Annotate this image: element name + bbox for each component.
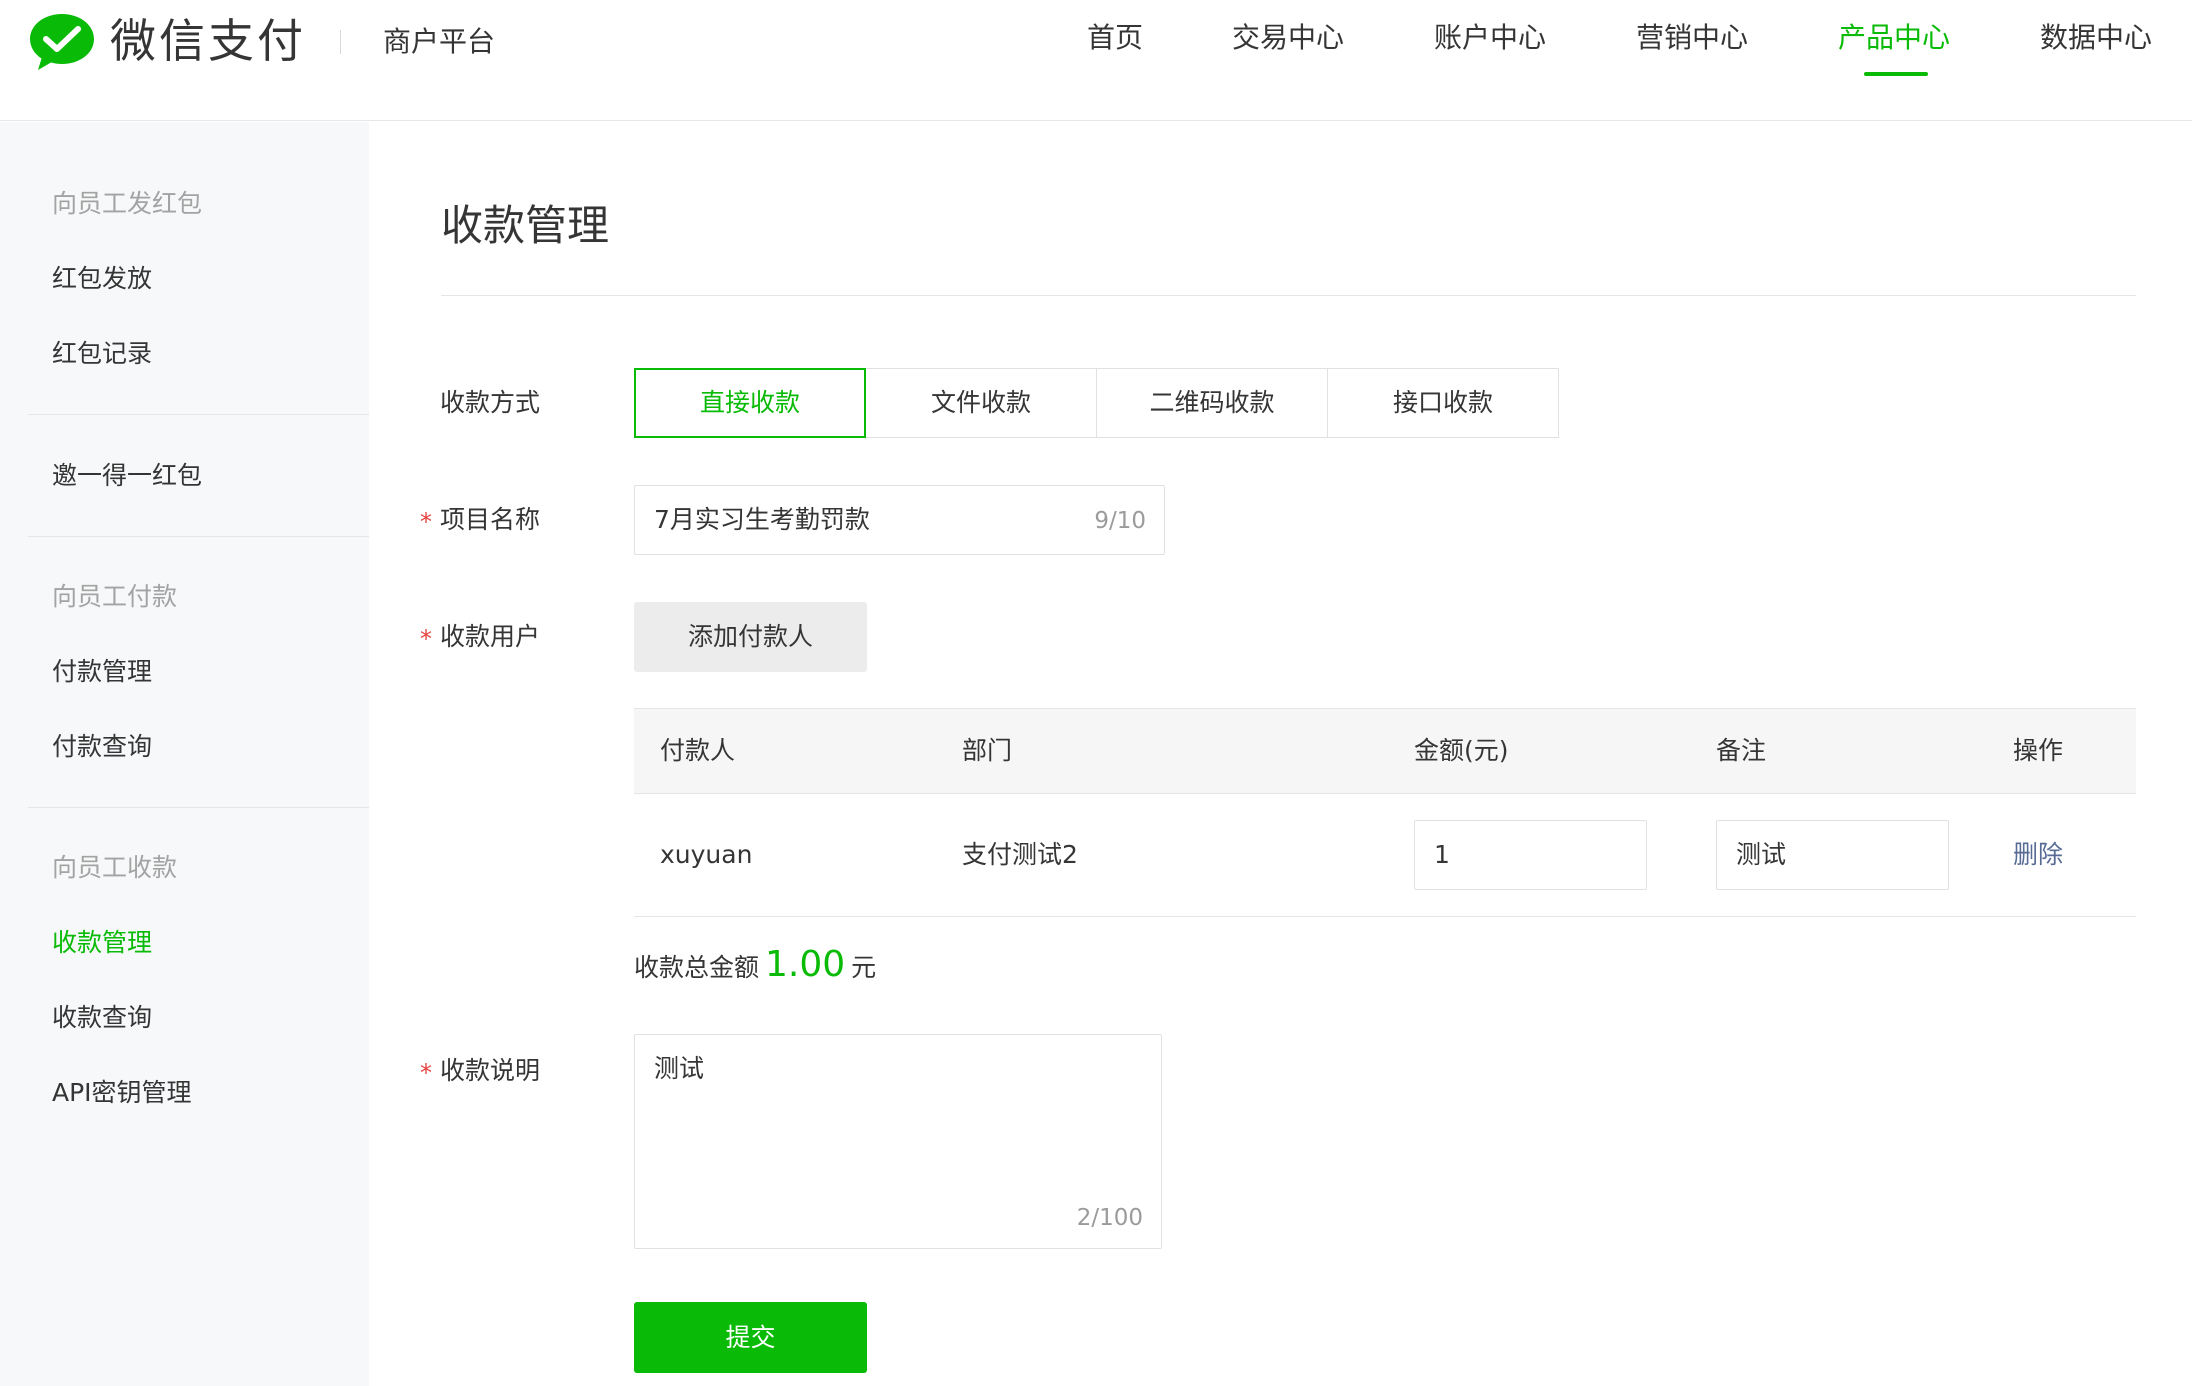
required-mark: * xyxy=(420,1059,432,1087)
required-mark: * xyxy=(420,625,432,653)
platform-name: 商户平台 xyxy=(383,25,496,58)
required-mark: * xyxy=(420,508,432,536)
payer-table-header: 付款人 部门 金额(元) 备注 操作 xyxy=(634,708,2136,794)
column-header-payer: 付款人 xyxy=(660,736,736,765)
sidebar-item-collection-management[interactable]: 收款管理 xyxy=(52,925,152,961)
total-amount-label: 收款总金额 xyxy=(634,953,760,982)
nav-data-center[interactable]: 数据中心 xyxy=(2040,18,2152,58)
nav-product-center[interactable]: 产品中心 xyxy=(1838,18,1950,58)
column-header-action: 操作 xyxy=(2013,736,2064,765)
total-amount-value: 1.00 xyxy=(765,944,846,985)
nav-trade-center[interactable]: 交易中心 xyxy=(1232,18,1344,58)
add-payer-button[interactable]: 添加付款人 xyxy=(634,602,867,672)
nav-marketing-center[interactable]: 营销中心 xyxy=(1636,18,1748,58)
sidebar-item-payment-management[interactable]: 付款管理 xyxy=(52,654,152,690)
collection-description-textarea[interactable]: 测试 2/100 xyxy=(634,1034,1162,1249)
tab-api-collection[interactable]: 接口收款 xyxy=(1327,368,1559,438)
note-value: 测试 xyxy=(1736,840,1787,869)
sidebar-group-title: 向员工收款 xyxy=(52,853,178,882)
project-name-char-count: 9/10 xyxy=(1094,508,1146,534)
collection-description-value: 测试 xyxy=(654,1054,705,1083)
collection-method-label: 收款方式 xyxy=(440,388,541,417)
sidebar-item-collection-query[interactable]: 收款查询 xyxy=(52,1000,152,1036)
top-header: 微信支付 商户平台 首页 交易中心 账户中心 营销中心 产品中心 数据中心 xyxy=(0,0,2192,121)
sidebar: 向员工发红包 红包发放 红包记录 邀一得一红包 向员工付款 付款管理 付款查询 … xyxy=(0,122,369,1386)
delete-link[interactable]: 删除 xyxy=(2013,837,2063,873)
collection-description-label: 收款说明 xyxy=(440,1056,541,1085)
title-divider xyxy=(441,295,2136,296)
sidebar-group-title: 向员工发红包 xyxy=(52,189,203,218)
amount-value: 1 xyxy=(1434,840,1450,869)
project-name-value: 7月实习生考勤罚款 xyxy=(654,505,870,534)
column-header-department: 部门 xyxy=(962,736,1013,765)
total-amount-unit: 元 xyxy=(851,953,877,982)
collection-description-char-count: 2/100 xyxy=(1076,1205,1143,1231)
sidebar-divider xyxy=(28,414,369,415)
project-name-label: 项目名称 xyxy=(440,505,541,534)
sidebar-item-payment-query[interactable]: 付款查询 xyxy=(52,729,152,765)
brand-name: 微信支付 xyxy=(110,14,306,68)
sidebar-item-hongbao-send[interactable]: 红包发放 xyxy=(52,261,152,297)
tab-qrcode-collection[interactable]: 二维码收款 xyxy=(1096,368,1328,438)
amount-input[interactable]: 1 xyxy=(1414,820,1647,890)
collection-method-tabs: 直接收款 文件收款 二维码收款 接口收款 xyxy=(634,368,1559,438)
sidebar-item-api-key-management[interactable]: API密钥管理 xyxy=(52,1075,192,1111)
sidebar-group-title: 向员工付款 xyxy=(52,582,178,611)
payer-department: 支付测试2 xyxy=(962,840,1078,869)
column-header-note: 备注 xyxy=(1716,736,1767,765)
page-title: 收款管理 xyxy=(441,201,610,250)
tab-direct-collection[interactable]: 直接收款 xyxy=(634,368,866,438)
nav-active-indicator xyxy=(1864,72,1928,76)
tab-file-collection[interactable]: 文件收款 xyxy=(865,368,1097,438)
wechat-pay-logo-icon[interactable] xyxy=(28,12,96,72)
nav-home[interactable]: 首页 xyxy=(1087,18,1143,58)
sidebar-divider xyxy=(28,536,369,537)
sidebar-item-invite-hongbao[interactable]: 邀一得一红包 xyxy=(52,458,202,494)
sidebar-item-hongbao-records[interactable]: 红包记录 xyxy=(52,336,152,372)
sidebar-divider xyxy=(28,807,369,808)
column-header-amount: 金额(元) xyxy=(1414,736,1509,765)
table-row: xuyuan 支付测试2 1 测试 删除 xyxy=(634,794,2136,917)
brand-divider xyxy=(340,30,341,54)
collection-users-label: 收款用户 xyxy=(440,622,541,651)
submit-button[interactable]: 提交 xyxy=(634,1302,867,1373)
payer-name: xuyuan xyxy=(660,840,753,869)
project-name-input[interactable]: 7月实习生考勤罚款 9/10 xyxy=(634,485,1165,555)
nav-account-center[interactable]: 账户中心 xyxy=(1434,18,1546,58)
total-amount-line: 收款总金额 1.00 元 xyxy=(634,944,876,988)
note-input[interactable]: 测试 xyxy=(1716,820,1949,890)
